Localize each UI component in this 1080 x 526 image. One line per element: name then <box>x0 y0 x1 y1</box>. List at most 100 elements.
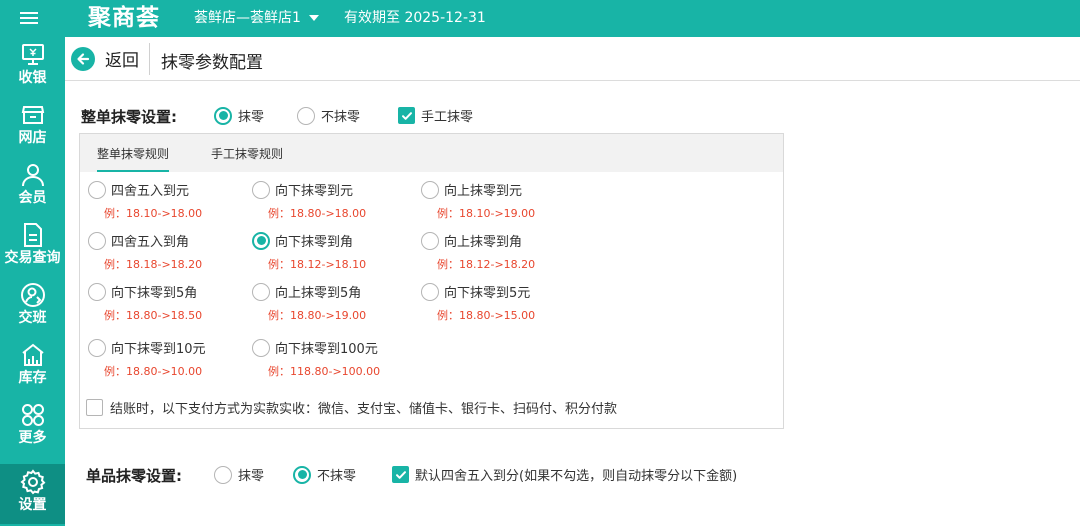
option-label: 抹零 <box>238 110 265 125</box>
header-divider <box>149 43 150 75</box>
rule-example: 例：18.80->18.50 <box>104 309 203 322</box>
radio-unchecked-icon <box>421 231 439 250</box>
sidebar-label: 库存 <box>18 370 47 386</box>
radio-unchecked-icon <box>214 465 232 484</box>
cashier-icon <box>21 44 44 65</box>
rule-option[interactable]: 四舍五入到元 例：18.10->18.00 <box>88 180 258 221</box>
more-icon <box>21 404 44 426</box>
payment-note: 结账时，以下支付方式为实款实收：微信、支付宝、储值卡、银行卡、扫码付、积分付款 <box>110 402 618 417</box>
page-title: 抹零参数配置 <box>161 53 263 73</box>
rule-label: 向下抹零到5元 <box>444 286 531 301</box>
rules-tabs: 整单抹零规则 手工抹零规则 <box>80 134 783 172</box>
sidebar-item-settings[interactable]: 设置 <box>0 464 65 524</box>
tab-manual-rules[interactable]: 手工抹零规则 <box>211 145 283 162</box>
rule-example: 例：18.80->15.00 <box>437 309 536 322</box>
radio-unchecked-icon <box>88 282 106 301</box>
sidebar: 收银 网店 会员 交易查询 交班 库存 更多 设置 <box>0 37 65 526</box>
option-label: 不抹零 <box>317 469 357 484</box>
rule-option-selected[interactable]: 向下抹零到角 例：18.12->18.10 <box>252 231 422 272</box>
rule-option[interactable]: 向上抹零到5角 例：18.80->19.00 <box>252 282 422 323</box>
rule-option[interactable]: 向下抹零到10元 例：18.80->10.00 <box>88 338 258 379</box>
rule-option[interactable]: 向上抹零到角 例：18.12->18.20 <box>421 231 591 272</box>
rule-label: 向下抹零到元 <box>275 184 354 199</box>
rule-label: 向上抹零到5角 <box>275 286 362 301</box>
sidebar-label: 交易查询 <box>4 250 61 266</box>
radio-unchecked-icon <box>252 338 270 357</box>
store-name: 荟鲜店—荟鲜店1 <box>194 10 301 26</box>
transaction-icon <box>23 223 42 247</box>
sidebar-item-store[interactable]: 网店 <box>0 97 65 157</box>
sidebar-item-more[interactable]: 更多 <box>0 397 65 457</box>
back-label: 返回 <box>105 51 139 71</box>
option-label: 默认四舍五入到分(如果不勾选，则自动抹零分以下金额) <box>415 469 738 484</box>
caret-down-icon <box>308 15 319 21</box>
tab-order-rules[interactable]: 整单抹零规则 <box>97 145 170 172</box>
store-selector[interactable]: 荟鲜店—荟鲜店1 <box>194 9 319 27</box>
rule-label: 向下抹零到100元 <box>275 342 378 357</box>
sidebar-label: 设置 <box>18 497 47 513</box>
radio-checked-icon <box>252 231 270 250</box>
rule-label: 向下抹零到10元 <box>111 342 206 357</box>
sidebar-label: 会员 <box>18 190 47 206</box>
sidebar-label: 交班 <box>18 310 47 326</box>
back-button[interactable]: 返回 <box>71 46 139 71</box>
rule-label: 四舍五入到元 <box>111 184 190 199</box>
item-rounding-on-radio[interactable]: 抹零 <box>214 465 264 484</box>
rule-example: 例：18.80->18.00 <box>268 207 367 220</box>
checkbox-checked-icon <box>392 466 409 483</box>
manual-rounding-checkbox[interactable]: 手工抹零 <box>398 106 473 125</box>
shift-icon <box>20 283 45 307</box>
rule-example: 例：18.80->19.00 <box>268 309 367 322</box>
radio-unchecked-icon <box>421 180 439 199</box>
sidebar-item-inventory[interactable]: 库存 <box>0 337 65 397</box>
rule-option[interactable]: 向下抹零到5角 例：18.80->18.50 <box>88 282 258 323</box>
sidebar-item-transactions[interactable]: 交易查询 <box>0 217 65 277</box>
rounding-rules-panel: 整单抹零规则 手工抹零规则 四舍五入到元 例：18.10->18.00 向下抹零… <box>79 133 784 429</box>
page-header: 返回 抹零参数配置 <box>65 37 1080 81</box>
sidebar-item-cashier[interactable]: 收银 <box>0 37 65 97</box>
radio-unchecked-icon <box>252 282 270 301</box>
back-arrow-icon <box>71 46 95 71</box>
app-logo: 聚商荟 <box>88 5 160 31</box>
default-round-checkbox[interactable]: 默认四舍五入到分(如果不勾选，则自动抹零分以下金额) <box>392 465 737 484</box>
member-icon <box>21 164 44 187</box>
inventory-icon <box>21 343 44 366</box>
sidebar-item-shift[interactable]: 交班 <box>0 277 65 337</box>
radio-unchecked-icon <box>88 180 106 199</box>
rule-example: 例：18.80->10.00 <box>104 365 203 378</box>
sidebar-label: 更多 <box>18 430 47 446</box>
payment-actual-checkbox[interactable]: 结账时，以下支付方式为实款实收：微信、支付宝、储值卡、银行卡、扫码付、积分付款 <box>86 398 617 417</box>
menu-icon[interactable] <box>20 9 38 27</box>
rule-option[interactable]: 向上抹零到元 例：18.10->19.00 <box>421 180 591 221</box>
rule-option[interactable]: 四舍五入到角 例：18.18->18.20 <box>88 231 258 272</box>
rule-option[interactable]: 向下抹零到元 例：18.80->18.00 <box>252 180 422 221</box>
radio-unchecked-icon <box>88 338 106 357</box>
option-label: 不抹零 <box>321 110 361 125</box>
rule-label: 向上抹零到角 <box>444 235 523 250</box>
sidebar-item-member[interactable]: 会员 <box>0 157 65 217</box>
rule-label: 向下抹零到角 <box>275 235 354 250</box>
sidebar-label: 收银 <box>18 70 47 86</box>
order-rounding-off-radio[interactable]: 不抹零 <box>297 106 360 125</box>
rule-option[interactable]: 向下抹零到5元 例：18.80->15.00 <box>421 282 591 323</box>
sidebar-label: 网店 <box>18 130 47 146</box>
rule-label: 四舍五入到角 <box>111 235 190 250</box>
radio-unchecked-icon <box>297 106 315 125</box>
store-icon <box>21 106 44 124</box>
rule-example: 例：18.10->18.00 <box>104 207 203 220</box>
order-rounding-label: 整单抹零设置: <box>81 108 177 126</box>
order-rounding-on-radio[interactable]: 抹零 <box>214 106 264 125</box>
radio-checked-icon <box>214 106 232 125</box>
rule-option[interactable]: 向下抹零到100元 例：118.80->100.00 <box>252 338 422 379</box>
top-bar: 聚商荟 荟鲜店—荟鲜店1 有效期至 2025-12-31 <box>0 0 1080 37</box>
checkbox-unchecked-icon <box>86 399 103 416</box>
rule-example: 例：18.10->19.00 <box>437 207 536 220</box>
item-rounding-off-radio[interactable]: 不抹零 <box>293 465 356 484</box>
rule-example: 例：18.12->18.20 <box>437 258 536 271</box>
rule-example: 例：18.18->18.20 <box>104 258 203 271</box>
radio-unchecked-icon <box>252 180 270 199</box>
option-label: 抹零 <box>238 469 265 484</box>
checkbox-checked-icon <box>398 107 415 124</box>
settings-icon <box>19 469 45 495</box>
expiry-date: 有效期至 2025-12-31 <box>344 10 486 26</box>
